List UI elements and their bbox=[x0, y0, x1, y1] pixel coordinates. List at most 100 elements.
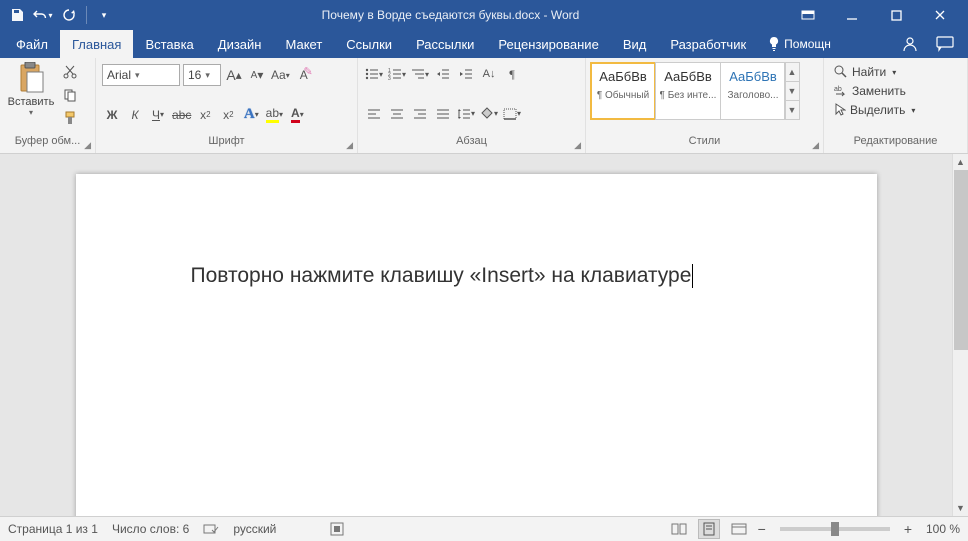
numbering-icon[interactable]: 123▾ bbox=[387, 64, 407, 84]
dialog-launcher-icon[interactable]: ◢ bbox=[812, 140, 819, 151]
style-heading1[interactable]: АаБбВв Заголово... bbox=[720, 62, 786, 120]
styles-scroll-down-icon[interactable]: ▼ bbox=[785, 82, 799, 101]
cut-icon[interactable] bbox=[60, 62, 80, 82]
italic-button[interactable]: К bbox=[125, 105, 145, 125]
style-no-spacing[interactable]: АаБбВв ¶ Без инте... bbox=[655, 62, 721, 120]
text-effects-icon[interactable]: A▾ bbox=[241, 105, 261, 125]
cursor-icon bbox=[834, 103, 846, 117]
read-mode-icon[interactable] bbox=[668, 519, 690, 539]
svg-text:3: 3 bbox=[388, 76, 391, 80]
tab-mailings[interactable]: Рассылки bbox=[404, 30, 486, 58]
group-label-clipboard: Буфер обм... bbox=[0, 135, 95, 153]
save-icon[interactable] bbox=[6, 4, 28, 26]
align-left-icon[interactable] bbox=[364, 104, 384, 124]
qat-customize-icon[interactable]: ▾ bbox=[93, 4, 115, 26]
search-icon bbox=[834, 65, 848, 79]
document-area[interactable]: Повторно нажмите клавишу «Insert» на кла… bbox=[0, 154, 952, 516]
clear-formatting-icon[interactable]: A✎ bbox=[294, 65, 314, 85]
justify-icon[interactable] bbox=[433, 104, 453, 124]
style-normal[interactable]: АаБбВв ¶ Обычный bbox=[590, 62, 656, 120]
maximize-icon[interactable] bbox=[874, 0, 918, 30]
scroll-up-icon[interactable]: ▲ bbox=[953, 154, 968, 170]
group-label-font: Шрифт bbox=[96, 135, 357, 153]
group-label-editing: Редактирование bbox=[824, 135, 967, 153]
sort-icon[interactable]: А↓ bbox=[479, 64, 499, 84]
change-case-icon[interactable]: Aa▾ bbox=[270, 65, 291, 85]
strikethrough-icon[interactable]: abc bbox=[171, 105, 192, 125]
align-right-icon[interactable] bbox=[410, 104, 430, 124]
dialog-launcher-icon[interactable]: ◢ bbox=[346, 140, 353, 151]
styles-expand-icon[interactable]: ▼ bbox=[785, 101, 799, 119]
close-icon[interactable] bbox=[918, 0, 962, 30]
find-button[interactable]: Найти ▾ bbox=[830, 64, 919, 80]
underline-button[interactable]: Ч▾ bbox=[148, 105, 168, 125]
svg-text:ab: ab bbox=[834, 86, 842, 93]
borders-icon[interactable]: ▾ bbox=[502, 104, 522, 124]
show-marks-icon[interactable]: ¶ bbox=[502, 64, 522, 84]
dialog-launcher-icon[interactable]: ◢ bbox=[574, 140, 581, 151]
shrink-font-icon[interactable]: A▾ bbox=[247, 65, 267, 85]
lightbulb-icon bbox=[768, 37, 780, 51]
zoom-out-button[interactable]: − bbox=[758, 521, 766, 537]
vertical-scrollbar[interactable]: ▲ ▼ bbox=[952, 154, 968, 516]
bullets-icon[interactable]: ▾ bbox=[364, 64, 384, 84]
status-word-count[interactable]: Число слов: 6 bbox=[112, 522, 189, 536]
tab-design[interactable]: Дизайн bbox=[206, 30, 274, 58]
document-text[interactable]: Повторно нажмите клавишу «Insert» на кла… bbox=[191, 264, 694, 288]
replace-button[interactable]: ab Заменить bbox=[830, 83, 919, 99]
superscript-icon[interactable]: x2 bbox=[218, 105, 238, 125]
tab-developer[interactable]: Разработчик bbox=[658, 30, 758, 58]
user-icon[interactable] bbox=[902, 36, 918, 52]
comment-icon[interactable] bbox=[936, 36, 954, 52]
clipboard-icon bbox=[15, 62, 47, 94]
tab-references[interactable]: Ссылки bbox=[334, 30, 404, 58]
grow-font-icon[interactable]: A▴ bbox=[224, 65, 244, 85]
redo-icon[interactable] bbox=[58, 4, 80, 26]
zoom-level[interactable]: 100 % bbox=[920, 522, 960, 536]
copy-icon[interactable] bbox=[60, 85, 80, 105]
font-color-icon[interactable]: A▾ bbox=[287, 105, 307, 125]
font-size-input[interactable]: 16▾ bbox=[183, 64, 221, 86]
paste-button[interactable]: Вставить ▾ bbox=[6, 62, 56, 117]
qat-separator bbox=[86, 6, 87, 24]
tab-view[interactable]: Вид bbox=[611, 30, 659, 58]
zoom-slider[interactable] bbox=[780, 527, 890, 531]
status-page[interactable]: Страница 1 из 1 bbox=[8, 522, 98, 536]
select-button[interactable]: Выделить ▾ bbox=[830, 102, 919, 118]
print-layout-icon[interactable] bbox=[698, 519, 720, 539]
spellcheck-icon[interactable] bbox=[203, 522, 219, 536]
status-language[interactable]: русский bbox=[233, 522, 276, 536]
decrease-indent-icon[interactable] bbox=[433, 64, 453, 84]
format-painter-icon[interactable] bbox=[60, 108, 80, 128]
replace-icon: ab bbox=[834, 85, 848, 97]
font-name-input[interactable]: Arial▾ bbox=[102, 64, 180, 86]
dialog-launcher-icon[interactable]: ◢ bbox=[84, 140, 91, 151]
tab-layout[interactable]: Макет bbox=[273, 30, 334, 58]
macro-record-icon[interactable] bbox=[330, 522, 344, 536]
group-label-paragraph: Абзац bbox=[358, 135, 585, 153]
zoom-in-button[interactable]: + bbox=[904, 521, 912, 537]
ribbon-display-icon[interactable] bbox=[786, 0, 830, 30]
increase-indent-icon[interactable] bbox=[456, 64, 476, 84]
scroll-thumb[interactable] bbox=[954, 170, 968, 350]
highlight-color-icon[interactable]: ab▾ bbox=[264, 105, 284, 125]
undo-icon[interactable]: ▾ bbox=[32, 4, 54, 26]
tell-me[interactable]: Помощн bbox=[758, 30, 841, 58]
scroll-down-icon[interactable]: ▼ bbox=[953, 500, 968, 516]
shading-icon[interactable]: ▾ bbox=[479, 104, 499, 124]
chevron-down-icon: ▾ bbox=[892, 68, 896, 77]
tab-home[interactable]: Главная bbox=[60, 30, 133, 58]
subscript-icon[interactable]: x2 bbox=[195, 105, 215, 125]
tab-file[interactable]: Файл bbox=[4, 30, 60, 58]
align-center-icon[interactable] bbox=[387, 104, 407, 124]
web-layout-icon[interactable] bbox=[728, 519, 750, 539]
minimize-icon[interactable] bbox=[830, 0, 874, 30]
tab-review[interactable]: Рецензирование bbox=[486, 30, 610, 58]
tab-insert[interactable]: Вставка bbox=[133, 30, 205, 58]
multilevel-list-icon[interactable]: ▾ bbox=[410, 64, 430, 84]
chevron-down-icon: ▾ bbox=[911, 106, 915, 115]
bold-button[interactable]: Ж bbox=[102, 105, 122, 125]
line-spacing-icon[interactable]: ▾ bbox=[456, 104, 476, 124]
styles-scroll-up-icon[interactable]: ▲ bbox=[785, 63, 799, 82]
page[interactable]: Повторно нажмите клавишу «Insert» на кла… bbox=[76, 174, 877, 516]
